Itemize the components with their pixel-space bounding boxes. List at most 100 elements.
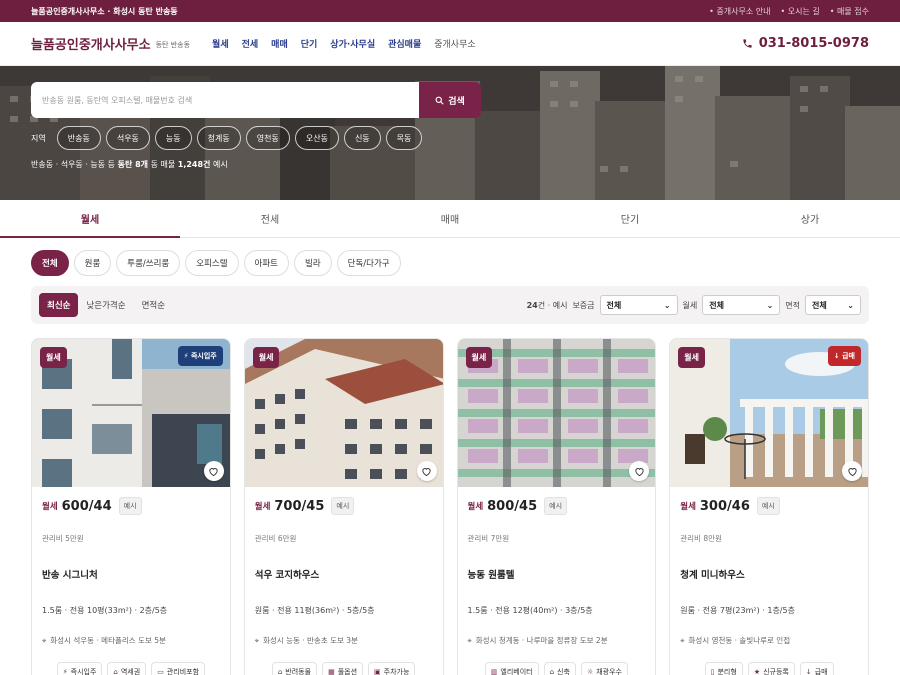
maintenance-fee: 관리비 7만원 [467, 534, 510, 543]
listing-location-text: 화성시 영천동 · 솔빛나루로 인접 [688, 636, 791, 645]
search-input[interactable]: 반송동 원룸, 동탄역 오피스텔, 매물번호 검색 [31, 82, 419, 118]
area-label: 면적 [785, 300, 800, 310]
brand-logo[interactable]: 늘품공인중개사사무소 [31, 34, 151, 53]
tab-commercial[interactable]: 상가 [720, 200, 900, 237]
search-button-label: 검색 [448, 96, 465, 107]
tag-label: 엘리베이터 [500, 668, 533, 675]
favorite-button[interactable] [842, 461, 862, 481]
location-pin-icon: ⌖ [254, 635, 259, 645]
sort-latest[interactable]: 최신순 [39, 293, 79, 317]
example-badge: 예시 [118, 497, 142, 515]
hero-section: 반송동 원룸, 동탄역 오피스텔, 매물번호 검색 검색 지역 반송동 석우동 … [0, 66, 900, 200]
region-chip-yeongcheon[interactable]: 영천동 [245, 126, 290, 150]
favorite-button[interactable] [203, 461, 224, 481]
search-button[interactable]: 검색 [419, 82, 481, 118]
type-chip-oneroom[interactable]: 원룸 [73, 250, 112, 276]
listing-price: 800/45 [487, 498, 538, 514]
tag-icon: ☼ [586, 668, 594, 675]
region-chip-neung[interactable]: 능동 [154, 126, 192, 150]
result-count-suffix: 건 · 예시 [537, 300, 568, 310]
listing-flag-label: 즉시입주 [190, 352, 217, 360]
type-chip-officetel[interactable]: 오피스텔 [185, 250, 239, 276]
listing-photo: 월세 ⚡ 즉시입주 [32, 339, 230, 487]
hero-summary-count: 1,248건 [177, 160, 211, 169]
top-link-directions[interactable]: 오시는 길 [781, 6, 820, 17]
tag-icon: ▣ [374, 668, 381, 675]
sort-area[interactable]: 면적순 [134, 293, 173, 317]
type-chip-all[interactable]: 전체 [31, 250, 69, 276]
nav-jeonse[interactable]: 전세 [242, 37, 259, 50]
tag-icon: ▭ [157, 668, 164, 675]
listing-title[interactable]: 석우 코지하우스 [255, 567, 433, 581]
tab-short-term[interactable]: 단기 [540, 200, 720, 237]
listing-spec: 1.5룸 · 전용 10평(33m²) · 2층/5층 [42, 606, 168, 615]
listing-tag: ▭ 관리비포함 [151, 662, 206, 675]
maintenance-fee: 관리비 5만원 [42, 534, 84, 543]
tag-label: 풀옵션 [337, 668, 358, 675]
search-bar: 반송동 원룸, 동탄역 오피스텔, 매물번호 검색 검색 [31, 82, 481, 118]
listing-tag: ⌂ 신축 [543, 662, 576, 675]
property-type-filter: 전체 원룸 투룸/쓰리룸 오피스텔 아파트 빌라 단독/다가구 [0, 238, 900, 276]
tag-label: 역세권 [120, 668, 141, 675]
deal-kind: 월세 [680, 502, 696, 512]
listing-tags: ⌂ 반려동물 ▦ 풀옵션 ▣ 주차가능 [255, 662, 433, 675]
listing-title[interactable]: 능동 원룸텔 [468, 567, 646, 581]
top-link-office-info[interactable]: 중개사무소 안내 [709, 6, 770, 17]
tag-label: 반려동물 [285, 668, 312, 675]
listing-title[interactable]: 반송 시그니처 [42, 567, 220, 581]
top-bar-links: 중개사무소 안내 오시는 길 매물 접수 [709, 6, 869, 17]
heart-icon [209, 467, 218, 476]
listing-tags: ▥ 엘리베이터 ⌂ 신축 ☼ 채광우수 [468, 662, 646, 675]
tab-sale[interactable]: 매매 [360, 200, 540, 237]
nav-agency[interactable]: 중개사무소 [434, 37, 475, 50]
type-chip-tworoom[interactable]: 투룸/쓰리룸 [116, 250, 181, 276]
favorite-button[interactable] [416, 461, 437, 481]
location-pin-icon: ⌖ [680, 635, 685, 645]
region-chip-mok[interactable]: 목동 [385, 126, 423, 150]
listing-card[interactable]: 월세 ⚡ 즉시입주 월세 600/44 예시 관리비 5만원 반송 시그니처 1.5… [31, 338, 231, 675]
deposit-select[interactable]: 전체 ⌄ [599, 295, 678, 315]
type-chip-villa[interactable]: 빌라 [294, 250, 332, 276]
heart-icon [847, 467, 857, 476]
region-chip-bansong[interactable]: 반송동 [56, 126, 101, 150]
phone-number[interactable]: 031-8015-0978 [742, 36, 869, 51]
type-chip-house[interactable]: 단독/다가구 [336, 250, 401, 276]
area-select[interactable]: 전체 ⌄ [805, 295, 861, 315]
listing-grid: 월세 ⚡ 즉시입주 월세 600/44 예시 관리비 5만원 반송 시그니처 1.5… [0, 324, 900, 675]
listing-flag: ⚡ 즉시입주 [177, 346, 223, 366]
chevron-down-icon: ⌄ [766, 300, 774, 310]
listing-card[interactable]: 월세 ↓ 급매 월세 300/46 예시 관리비 8만원 청계 미니하우스 원룸 ·… [669, 338, 869, 675]
tab-monthly-rent[interactable]: 월세 [0, 200, 180, 238]
nav-favorites[interactable]: 관심매물 [388, 37, 421, 50]
listing-card[interactable]: 월세 월세 800/45 예시 관리비 7만원 능동 원룸텔 1.5룸 · 전용 1… [456, 338, 657, 675]
listing-spec: 원룸 · 전용 11평(36m²) · 5층/5층 [254, 606, 375, 615]
tab-jeonse[interactable]: 전세 [180, 200, 360, 237]
deposit-label: 보증금 [572, 300, 595, 310]
maintenance-fee: 관리비 6만원 [254, 534, 297, 543]
listing-price: 300/46 [699, 498, 750, 514]
type-chip-apartment[interactable]: 아파트 [243, 250, 289, 276]
tag-icon: ▥ [490, 668, 498, 675]
listing-location-text: 화성시 청계동 · 나루마을 정류장 도보 2분 [475, 636, 608, 645]
top-link-submit-listing[interactable]: 매물 접수 [830, 6, 869, 17]
listing-price: 600/44 [61, 498, 112, 514]
nav-monthly-rent[interactable]: 월세 [212, 37, 229, 50]
nav-commercial-office[interactable]: 상가·사무실 [330, 37, 375, 50]
region-chip-cheonggye[interactable]: 청계동 [196, 126, 241, 150]
nav-sale[interactable]: 매매 [271, 37, 288, 50]
listing-title[interactable]: 청계 미니하우스 [680, 567, 858, 581]
nav-short-term[interactable]: 단기 [301, 37, 318, 50]
listing-location-text: 화성시 능동 · 반송초 도보 3분 [262, 636, 358, 645]
tag-label: 채광우수 [596, 668, 622, 675]
region-chip-seogu[interactable]: 석우동 [105, 126, 150, 150]
tag-icon: ↓ [805, 668, 812, 675]
top-bar-site: 늘품공인중개사사무소 · 화성시 동탄 반송동 [31, 6, 178, 16]
sort-low-price[interactable]: 낮은가격순 [78, 293, 133, 317]
location-pin-icon: ⌖ [42, 635, 47, 645]
deal-kind: 월세 [254, 502, 271, 512]
region-chip-sin[interactable]: 신동 [343, 126, 381, 150]
listing-tag: ⚡ 즉시입주 [56, 662, 103, 675]
region-chip-osan[interactable]: 오산동 [294, 126, 339, 150]
listing-card[interactable]: 월세 월세 700/45 예시 관리비 6만원 석우 코지하우스 원룸 · 전용 1… [243, 338, 444, 675]
rent-select[interactable]: 전체 ⌄ [702, 295, 781, 315]
